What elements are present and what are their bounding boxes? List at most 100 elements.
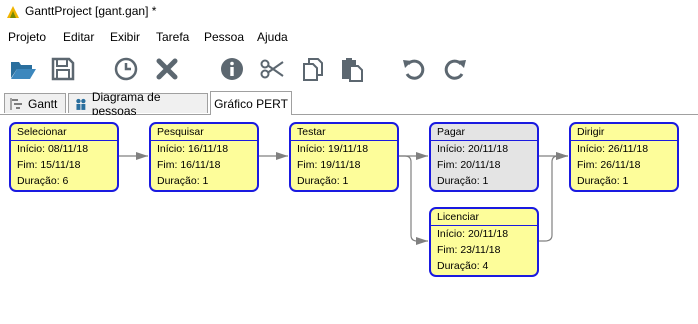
end-value: 23/11/18 (460, 244, 501, 256)
save-button[interactable] (48, 54, 78, 84)
task-node-testar[interactable]: Testar Início: 19/11/18 Fim: 19/11/18 Du… (289, 122, 399, 192)
save-icon (51, 57, 75, 81)
open-project-button[interactable] (8, 54, 38, 84)
start-value: 16/11/18 (187, 143, 229, 155)
duration-value: 4 (482, 260, 489, 272)
start-label: Início: (577, 143, 608, 155)
delete-button[interactable] (152, 54, 182, 84)
task-end: Fim: 15/11/18 (11, 157, 117, 173)
ganttproject-logo-icon (7, 6, 19, 18)
task-name: Pesquisar (151, 124, 257, 141)
undo-button[interactable] (399, 54, 429, 84)
task-start: Início: 08/11/18 (11, 141, 117, 157)
info-icon (221, 58, 243, 80)
people-icon (76, 98, 86, 110)
duration-value: 6 (62, 175, 69, 187)
duration-label: Duração: (437, 260, 483, 272)
duration-label: Duração: (157, 175, 203, 187)
properties-button[interactable] (217, 54, 247, 84)
start-value: 08/11/18 (47, 143, 89, 155)
title-bar: GanttProject [gant.gan] * (0, 0, 698, 24)
end-label: Fim: (17, 159, 41, 171)
paste-button[interactable] (337, 54, 367, 84)
redo-icon (444, 59, 466, 80)
task-start: Início: 19/11/18 (291, 141, 397, 157)
task-duration: Duração: 6 (11, 173, 117, 189)
undo-icon (403, 59, 425, 80)
start-label: Início: (17, 143, 48, 155)
end-value: 26/11/18 (600, 159, 641, 171)
task-duration: Duração: 1 (151, 173, 257, 189)
pert-chart-canvas: Selecionar Início: 08/11/18 Fim: 15/11/1… (0, 115, 698, 324)
history-button[interactable] (111, 54, 141, 84)
task-end: Fim: 20/11/18 (431, 157, 537, 173)
start-label: Início: (437, 228, 468, 240)
menu-editar[interactable]: Editar (63, 30, 94, 44)
window-title: GanttProject [gant.gan] * (25, 4, 157, 18)
delete-icon (156, 58, 178, 80)
start-value: 20/11/18 (467, 228, 509, 240)
duration-label: Duração: (297, 175, 343, 187)
menu-bar: Projeto Editar Exibir Tarefa Pessoa Ajud… (0, 27, 698, 47)
end-value: 15/11/18 (40, 159, 81, 171)
task-name: Licenciar (431, 209, 537, 226)
task-node-licenciar[interactable]: Licenciar Início: 20/11/18 Fim: 23/11/18… (429, 207, 539, 277)
menu-projeto[interactable]: Projeto (8, 30, 46, 44)
task-node-pagar[interactable]: Pagar Início: 20/11/18 Fim: 20/11/18 Dur… (429, 122, 539, 192)
task-end: Fim: 23/11/18 (431, 242, 537, 258)
toolbar (0, 50, 698, 88)
task-node-dirigir[interactable]: Dirigir Início: 26/11/18 Fim: 26/11/18 D… (569, 122, 679, 192)
task-start: Início: 16/11/18 (151, 141, 257, 157)
task-end: Fim: 19/11/18 (291, 157, 397, 173)
duration-value: 1 (342, 175, 349, 187)
end-value: 20/11/18 (460, 159, 501, 171)
link-licenciar-dirigir (539, 152, 568, 242)
task-start: Início: 20/11/18 (431, 226, 537, 242)
tab-grafico-pert[interactable]: Gráfico PERT (210, 91, 292, 115)
end-label: Fim: (577, 159, 601, 171)
redo-button[interactable] (440, 54, 470, 84)
copy-button[interactable] (298, 54, 328, 84)
tab-diagrama-de-pessoas[interactable]: Diagrama de pessoas (68, 90, 208, 118)
duration-value: 1 (622, 175, 629, 187)
tab-gantt-label: Gantt (28, 96, 58, 111)
tab-gantt[interactable]: Gantt (4, 93, 66, 113)
menu-pessoa[interactable]: Pessoa (204, 30, 244, 44)
duration-value: 1 (202, 175, 209, 187)
task-name: Dirigir (571, 124, 677, 141)
duration-value: 1 (482, 175, 489, 187)
duration-label: Duração: (577, 175, 623, 187)
end-label: Fim: (157, 159, 181, 171)
task-name: Testar (291, 124, 397, 141)
task-duration: Duração: 4 (431, 258, 537, 274)
tab-diagrama-de-pessoas-label: Diagrama de pessoas (91, 89, 161, 118)
start-label: Início: (297, 143, 328, 155)
menu-tarefa[interactable]: Tarefa (156, 30, 189, 44)
tab-grafico-pert-label: Gráfico PERT (214, 96, 288, 111)
task-node-selecionar[interactable]: Selecionar Início: 08/11/18 Fim: 15/11/1… (9, 122, 119, 192)
task-duration: Duração: 1 (431, 173, 537, 189)
clock-icon (114, 57, 138, 81)
task-end: Fim: 26/11/18 (571, 157, 677, 173)
paste-icon (342, 58, 363, 82)
folder-open-icon (11, 62, 36, 79)
task-node-pesquisar[interactable]: Pesquisar Início: 16/11/18 Fim: 16/11/18… (149, 122, 259, 192)
start-value: 20/11/18 (467, 143, 509, 155)
task-name: Pagar (431, 124, 537, 141)
start-value: 26/11/18 (607, 143, 649, 155)
start-value: 19/11/18 (327, 143, 369, 155)
cut-button[interactable] (257, 54, 287, 84)
menu-ajuda[interactable]: Ajuda (257, 30, 288, 44)
view-tabs: Gantt Diagrama de pessoas Gráfico PERT (0, 90, 698, 118)
task-start: Início: 20/11/18 (431, 141, 537, 157)
link-testar-licenciar (399, 155, 428, 245)
end-value: 19/11/18 (320, 159, 361, 171)
gantt-icon (10, 97, 22, 110)
duration-label: Duração: (17, 175, 63, 187)
end-label: Fim: (297, 159, 321, 171)
copy-icon (303, 58, 323, 81)
menu-exibir[interactable]: Exibir (110, 30, 140, 44)
task-name: Selecionar (11, 124, 117, 141)
start-label: Início: (437, 143, 468, 155)
duration-label: Duração: (437, 175, 483, 187)
